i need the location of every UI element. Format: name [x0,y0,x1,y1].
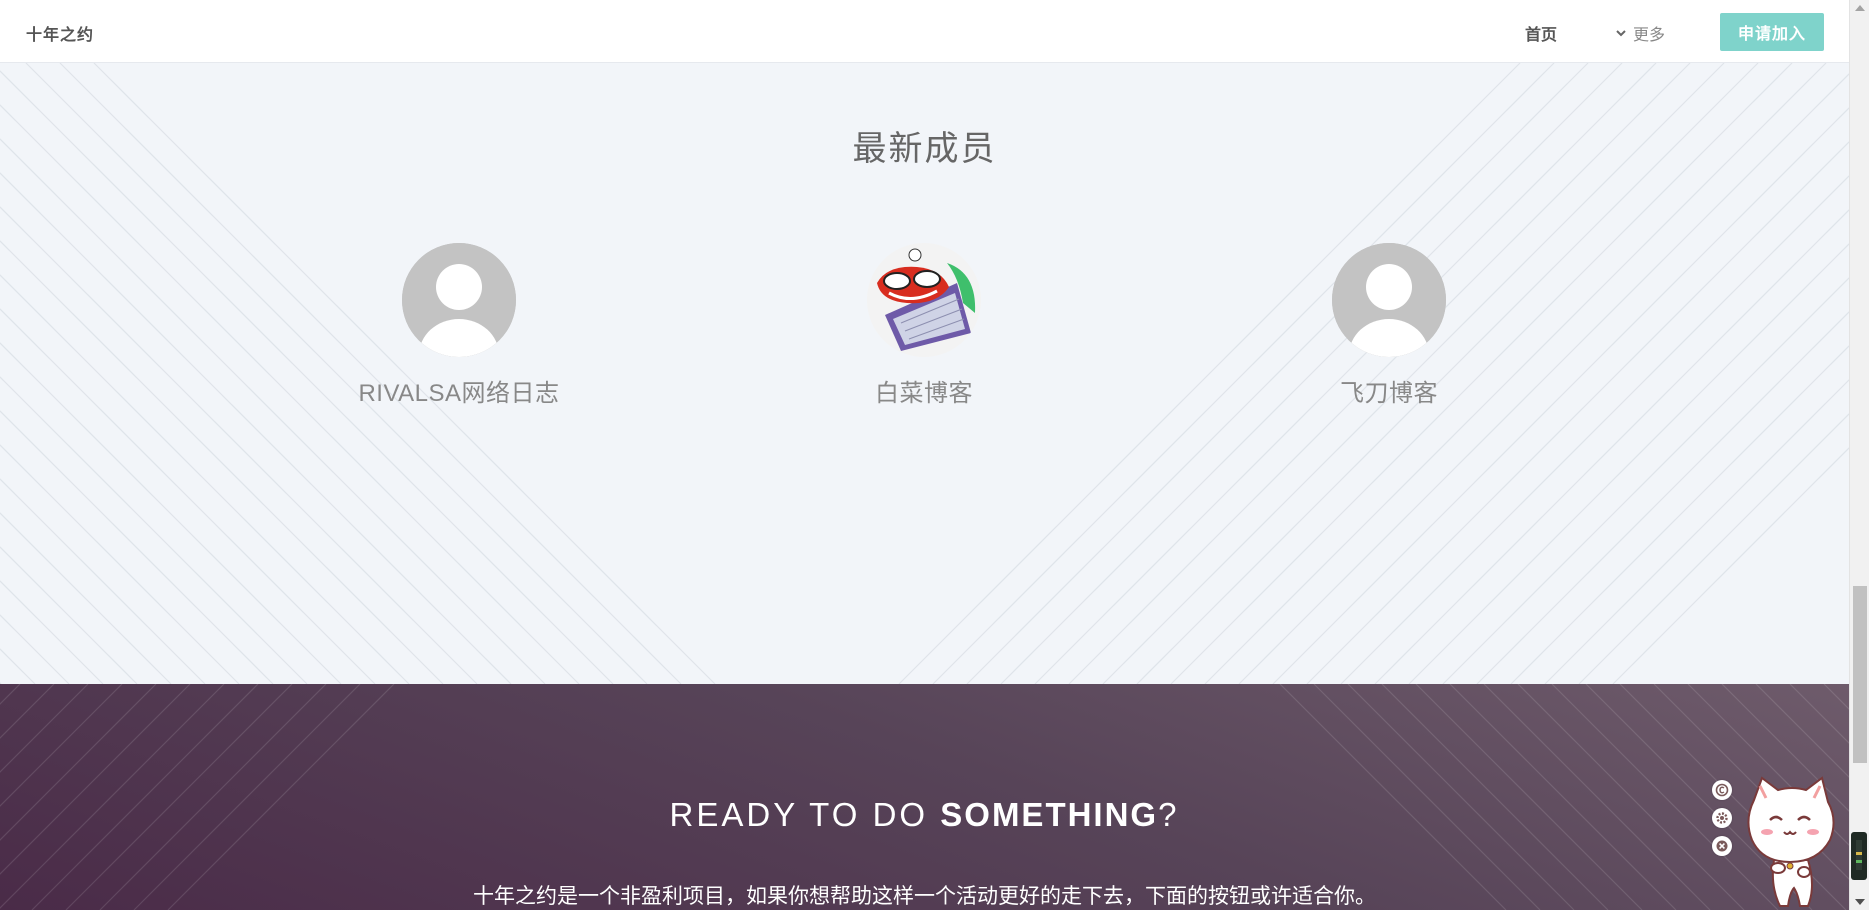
cta-heading-strong: SOMETHING [940,796,1159,833]
member-name: 飞刀博客 [1340,380,1438,407]
scroll-thumb[interactable] [1853,586,1867,763]
scroll-down-arrow-icon[interactable] [1855,899,1865,905]
copyright-icon[interactable] [1712,780,1732,800]
latest-members-section: 最新成员 RIVALSA网络日志 白菜博客 飞刀博客 [0,63,1849,684]
cta-description: 十年之约是一个非盈利项目，如果你想帮助这样一个活动更好的走下去，下面的按钮或许适… [473,885,1376,908]
vertical-scrollbar[interactable] [1849,0,1869,910]
member-card[interactable]: RIVALSA网络日志 [309,243,609,408]
cartoon-avatar-icon [867,243,981,357]
member-name: RIVALSA网络日志 [358,380,560,407]
top-navbar: 十年之约 首页 更多 申请加入 [0,0,1849,63]
nav-home-link[interactable]: 首页 [1525,21,1557,45]
cat-mascot-icon[interactable] [1740,776,1840,910]
cta-heading-light: READY TO DO [669,796,941,833]
scroll-up-arrow-icon[interactable] [1855,5,1865,11]
cta-heading-end: ? [1158,796,1180,833]
close-icon[interactable] [1712,836,1732,856]
scroll-progress-widget [1851,832,1867,880]
call-to-action-section: READY TO DO SOMETHING? 十年之约是一个非盈利项目，如果你想… [0,684,1849,910]
default-avatar-icon [402,243,516,357]
chevron-down-icon [1616,30,1626,37]
nav-more-dropdown[interactable]: 更多 [1615,21,1665,45]
join-button[interactable]: 申请加入 [1720,13,1824,51]
member-name: 白菜博客 [875,380,973,407]
section-title: 最新成员 [852,130,997,168]
member-card[interactable]: 白菜博客 [774,243,1074,408]
mascot-toolbar [1712,780,1734,864]
cta-heading: READY TO DO SOMETHING? [0,796,1849,834]
member-card[interactable]: 飞刀博客 [1239,243,1539,408]
default-avatar-icon [1332,243,1446,357]
settings-icon[interactable] [1712,808,1732,828]
nav-more-label: 更多 [1633,27,1666,44]
site-brand[interactable]: 十年之约 [26,21,94,45]
